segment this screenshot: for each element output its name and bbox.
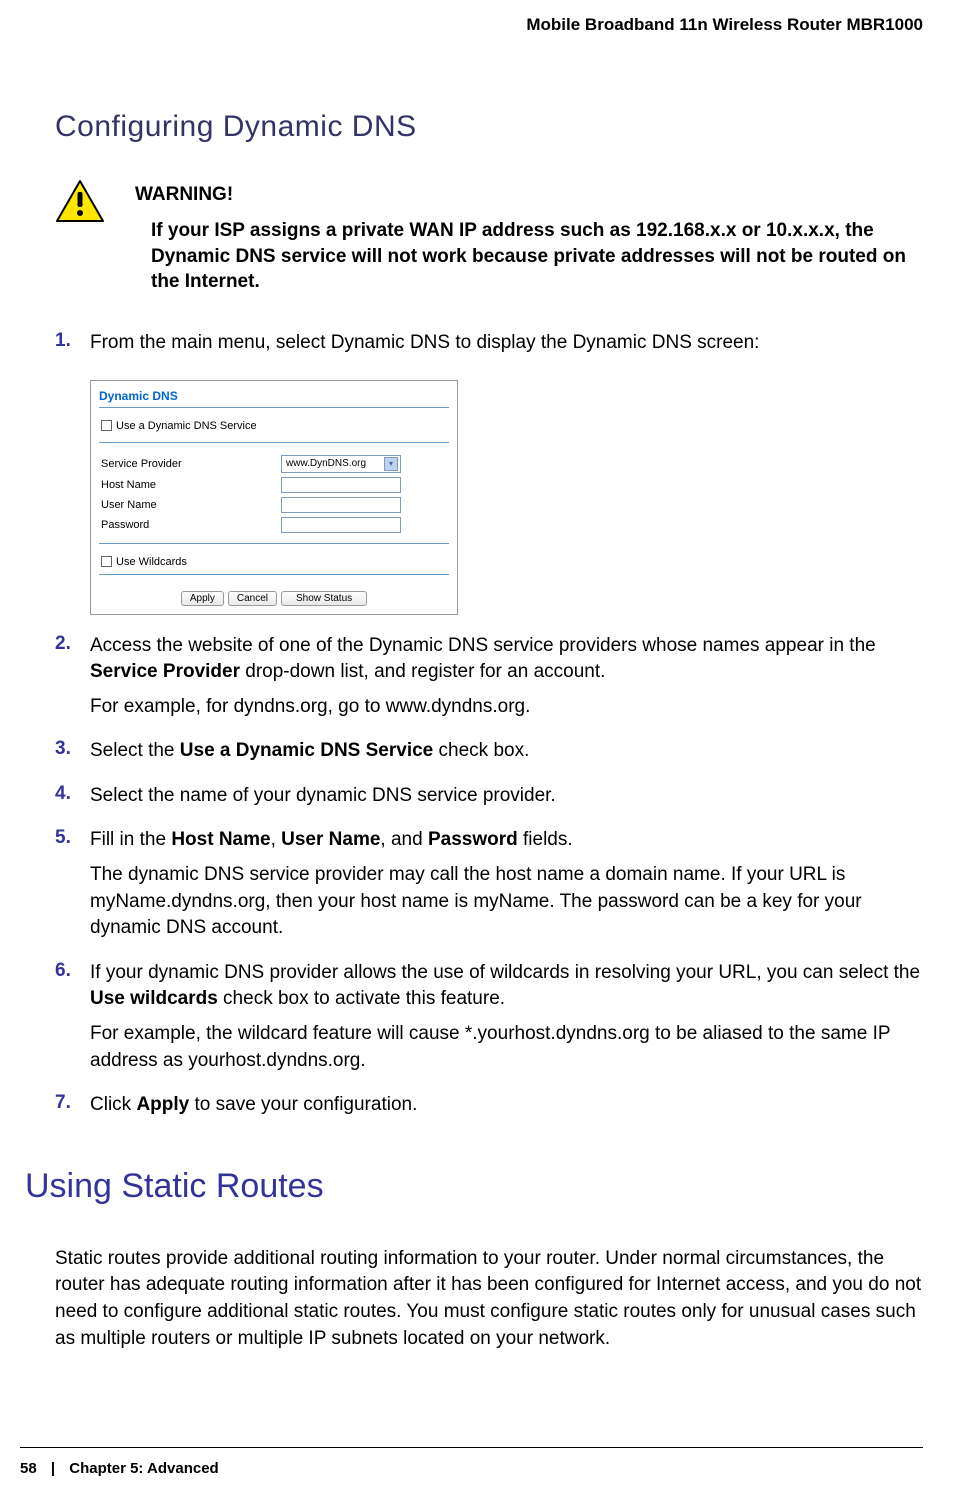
step-subtext: For example, the wildcard feature will c…	[90, 1021, 923, 1074]
step-2: 2. Access the website of one of the Dyna…	[55, 633, 923, 729]
cancel-button[interactable]: Cancel	[228, 591, 277, 606]
static-routes-paragraph: Static routes provide additional routing…	[55, 1246, 923, 1352]
warning-text-container: WARNING! If your ISP assigns a private W…	[135, 184, 923, 295]
host-name-row: Host Name	[95, 475, 453, 495]
page-number: 58	[20, 1460, 37, 1477]
password-label: Password	[101, 519, 281, 531]
use-wildcards-row: Use Wildcards	[95, 554, 453, 570]
step-number: 5.	[55, 827, 90, 949]
step-text: Fill in the Host Name, User Name, and Pa…	[90, 827, 923, 854]
step-list: 1. From the main menu, select Dynamic DN…	[55, 330, 923, 1127]
step-text: Click Apply to save your configuration.	[90, 1092, 923, 1119]
footer-separator: |	[51, 1460, 55, 1477]
chapter-label: Chapter 5: Advanced	[69, 1460, 218, 1477]
step-content: Click Apply to save your configuration.	[90, 1092, 923, 1127]
embedded-screenshot: Dynamic DNS Use a Dynamic DNS Service Se…	[90, 380, 458, 615]
step-subtext: The dynamic DNS service provider may cal…	[90, 862, 923, 942]
step-text: If your dynamic DNS provider allows the …	[90, 960, 923, 1013]
user-name-label: User Name	[101, 499, 281, 511]
step-content: If your dynamic DNS provider allows the …	[90, 960, 923, 1082]
section-title-config-ddns: Configuring Dynamic DNS	[55, 110, 923, 144]
footer-divider	[20, 1447, 923, 1448]
step-number: 2.	[55, 633, 90, 729]
use-wildcards-label: Use Wildcards	[116, 556, 187, 568]
warning-text: If your ISP assigns a private WAN IP add…	[135, 218, 923, 295]
step-content: Select the name of your dynamic DNS serv…	[90, 783, 923, 818]
warning-block: WARNING! If your ISP assigns a private W…	[55, 184, 923, 295]
step-text: Access the website of one of the Dynamic…	[90, 633, 923, 686]
step-4: 4. Select the name of your dynamic DNS s…	[55, 783, 923, 818]
step-text: From the main menu, select Dynamic DNS t…	[90, 330, 923, 357]
screenshot-title: Dynamic DNS	[95, 385, 453, 405]
show-status-button[interactable]: Show Status	[281, 591, 367, 606]
step-number: 4.	[55, 783, 90, 818]
step-1: 1. From the main menu, select Dynamic DN…	[55, 330, 923, 365]
apply-button[interactable]: Apply	[181, 591, 224, 606]
divider	[99, 442, 449, 443]
use-wildcards-checkbox[interactable]	[101, 556, 112, 567]
service-provider-label: Service Provider	[101, 458, 281, 470]
step-6: 6. If your dynamic DNS provider allows t…	[55, 960, 923, 1082]
chevron-down-icon: ▾	[384, 457, 398, 471]
page-footer: 58 | Chapter 5: Advanced	[0, 1447, 978, 1477]
host-name-label: Host Name	[101, 479, 281, 491]
user-name-input[interactable]	[281, 497, 401, 513]
service-provider-value: www.DynDNS.org	[286, 458, 366, 469]
warning-icon	[55, 179, 105, 229]
host-name-input[interactable]	[281, 477, 401, 493]
use-service-row: Use a Dynamic DNS Service	[95, 418, 453, 434]
step-3: 3. Select the Use a Dynamic DNS Service …	[55, 738, 923, 773]
step-number: 1.	[55, 330, 90, 365]
use-service-label: Use a Dynamic DNS Service	[116, 420, 257, 432]
password-input[interactable]	[281, 517, 401, 533]
step-number: 3.	[55, 738, 90, 773]
password-row: Password	[95, 515, 453, 535]
page-header: Mobile Broadband 11n Wireless Router MBR…	[0, 0, 978, 35]
product-name: Mobile Broadband 11n Wireless Router MBR…	[526, 15, 923, 34]
step-content: Access the website of one of the Dynamic…	[90, 633, 923, 729]
warning-label: WARNING!	[135, 184, 923, 206]
service-provider-select[interactable]: www.DynDNS.org ▾	[281, 455, 401, 473]
step-subtext: For example, for dyndns.org, go to www.d…	[90, 694, 923, 721]
step-number: 7.	[55, 1092, 90, 1127]
step-5: 5. Fill in the Host Name, User Name, and…	[55, 827, 923, 949]
divider	[99, 407, 449, 408]
step-text: Select the Use a Dynamic DNS Service che…	[90, 738, 923, 765]
service-provider-row: Service Provider www.DynDNS.org ▾	[95, 453, 453, 475]
step-number: 6.	[55, 960, 90, 1082]
step-content: Select the Use a Dynamic DNS Service che…	[90, 738, 923, 773]
content-area: Configuring Dynamic DNS WARNING! If your…	[0, 35, 978, 1352]
step-text: Select the name of your dynamic DNS serv…	[90, 783, 923, 810]
step-content: Fill in the Host Name, User Name, and Pa…	[90, 827, 923, 949]
section-title-static-routes: Using Static Routes	[25, 1167, 923, 1206]
footer-text: 58 | Chapter 5: Advanced	[20, 1460, 923, 1477]
screenshot-buttons: Apply Cancel Show Status	[95, 585, 453, 610]
use-service-checkbox[interactable]	[101, 420, 112, 431]
divider	[99, 574, 449, 575]
divider	[99, 543, 449, 544]
step-content: From the main menu, select Dynamic DNS t…	[90, 330, 923, 365]
step-7: 7. Click Apply to save your configuratio…	[55, 1092, 923, 1127]
user-name-row: User Name	[95, 495, 453, 515]
